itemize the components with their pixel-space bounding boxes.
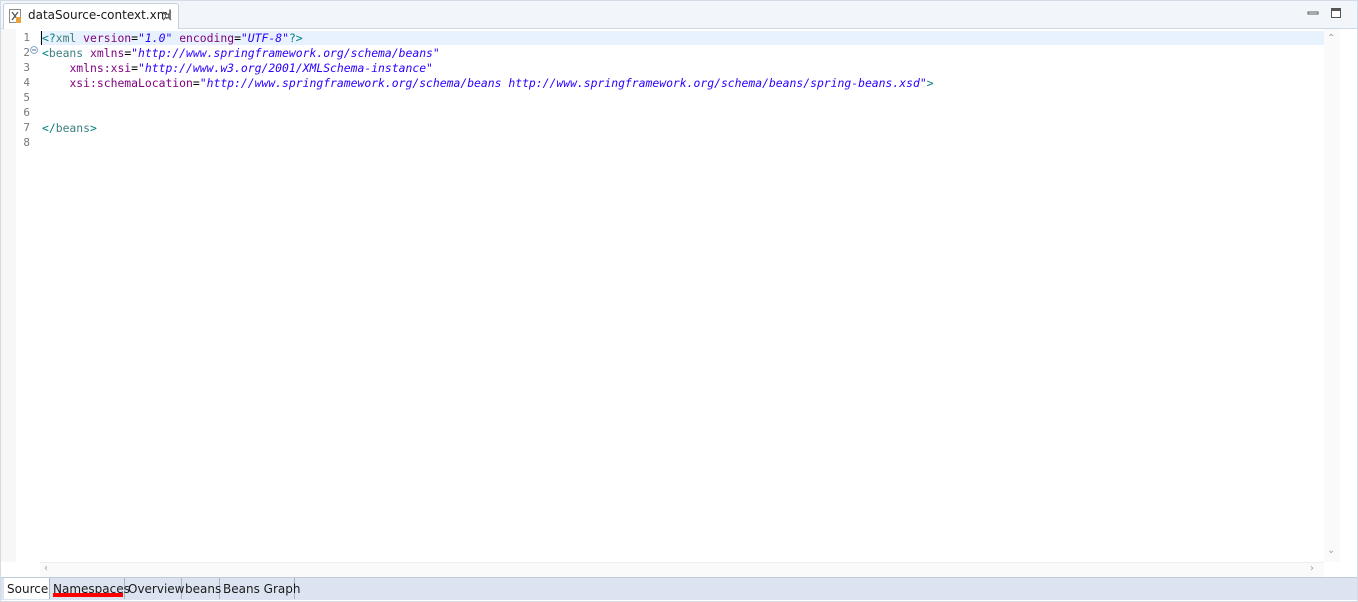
code-line: xmlns:xsi="http://www.w3.org/2001/XMLSch… bbox=[42, 61, 433, 76]
code-token: encoding bbox=[179, 31, 235, 45]
line-number: 2 bbox=[23, 46, 30, 59]
minimize-icon[interactable] bbox=[1307, 7, 1319, 19]
line-number: 6 bbox=[23, 106, 30, 119]
close-icon[interactable] bbox=[161, 10, 173, 22]
editor-page-tabs: Source Namespaces Overview beans Beans G… bbox=[1, 577, 1357, 600]
code-token: "http://www.springframework.org/schema/b… bbox=[131, 46, 440, 60]
code-token: xml bbox=[55, 31, 84, 45]
code-token: beans bbox=[55, 121, 91, 135]
scroll-left-icon[interactable]: ‹ bbox=[44, 564, 48, 574]
line-number: 5 bbox=[23, 91, 30, 104]
xml-file-icon bbox=[9, 9, 21, 23]
code-line: xsi:schemaLocation="http://www.springfra… bbox=[42, 76, 934, 91]
code-token: = bbox=[192, 76, 200, 90]
code-token: </ bbox=[42, 121, 56, 135]
line-number: 8 bbox=[23, 136, 30, 149]
scroll-down-icon[interactable]: ⌄ bbox=[1327, 546, 1335, 556]
code-line: <beans xmlns="http://www.springframework… bbox=[42, 46, 440, 61]
tab-source[interactable]: Source bbox=[4, 578, 50, 599]
code-token: xsi:schemaLocation bbox=[69, 76, 193, 90]
code-token: ?> bbox=[288, 31, 303, 45]
source-editor[interactable]: 1 2 3 4 5 6 7 8 <?xml version="1.0" enco… bbox=[1, 29, 1357, 577]
code-token: > bbox=[926, 76, 934, 90]
overview-ruler bbox=[1340, 29, 1357, 577]
code-token: "UTF-8" bbox=[240, 31, 289, 45]
code-line: <?xml version="1.0" encoding="UTF-8"?> bbox=[42, 31, 303, 46]
line-number-gutter: 1 2 3 4 5 6 7 8 bbox=[16, 29, 40, 562]
editor-tab-title: dataSource-context.xml bbox=[28, 8, 172, 22]
code-token: xmlns:xsi bbox=[69, 61, 132, 75]
annotation-ruler bbox=[1, 29, 16, 562]
code-token: "http://www.w3.org/2001/XMLSchema-instan… bbox=[138, 61, 433, 75]
tab-beans[interactable]: beans bbox=[182, 578, 221, 599]
tab-beans-graph[interactable]: Beans Graph bbox=[220, 578, 300, 599]
editor-window: dataSource-context.xml 1 2 3 4 5 6 7 8 <… bbox=[0, 0, 1358, 602]
code-token: xmlns bbox=[90, 46, 125, 60]
line-number: 1 bbox=[23, 31, 30, 44]
editor-tab[interactable]: dataSource-context.xml bbox=[3, 3, 179, 29]
code-token: > bbox=[90, 121, 97, 135]
code-token: <? bbox=[42, 31, 56, 45]
scroll-up-icon[interactable]: ⌃ bbox=[1327, 34, 1335, 44]
code-token: beans bbox=[48, 46, 91, 60]
namespaces-tab-highlight bbox=[53, 593, 123, 597]
horizontal-scrollbar[interactable]: ‹ › bbox=[40, 562, 1324, 577]
line-number: 7 bbox=[23, 121, 30, 134]
maximize-icon[interactable] bbox=[1330, 7, 1342, 19]
code-line: </beans> bbox=[42, 121, 97, 136]
line-number: 3 bbox=[23, 61, 30, 74]
line-number: 4 bbox=[23, 76, 30, 89]
collapse-icon[interactable] bbox=[30, 46, 38, 54]
code-token: = bbox=[131, 61, 139, 75]
code-token: < bbox=[42, 46, 49, 60]
code-token: = bbox=[131, 31, 139, 45]
code-token: version bbox=[83, 31, 132, 45]
code-area[interactable]: <?xml version="1.0" encoding="UTF-8"?> <b… bbox=[40, 29, 1324, 562]
code-token: "1.0" bbox=[138, 31, 173, 45]
vertical-scrollbar[interactable]: ⌃ ⌄ bbox=[1324, 29, 1340, 562]
editor-tab-bar: dataSource-context.xml bbox=[1, 1, 1357, 29]
code-token: = bbox=[234, 31, 241, 45]
tab-overview[interactable]: Overview bbox=[125, 578, 185, 599]
code-token: "http://www.springframework.org/schema/b… bbox=[199, 76, 927, 90]
scroll-right-icon[interactable]: › bbox=[1310, 564, 1314, 574]
